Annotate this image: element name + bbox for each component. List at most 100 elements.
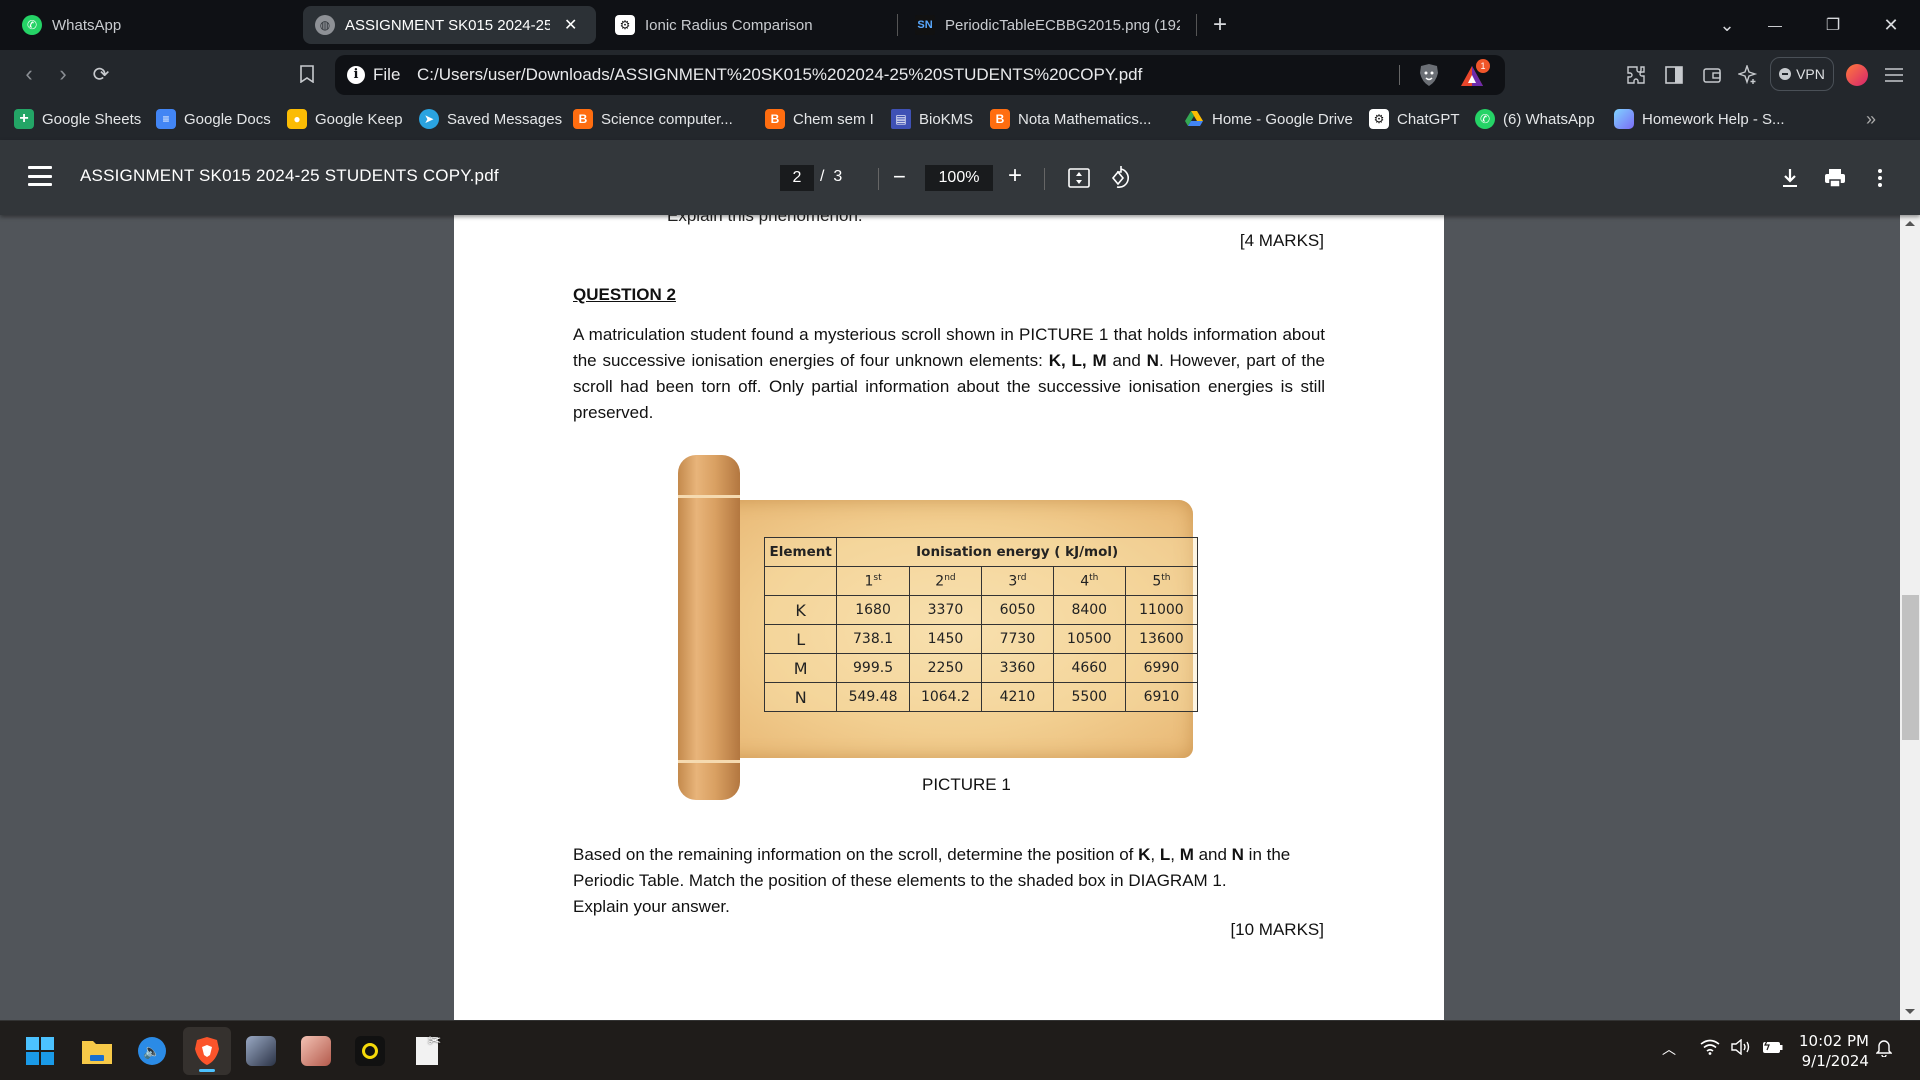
omnibox-divider: [1399, 65, 1400, 85]
new-tab-button[interactable]: +: [1205, 10, 1235, 40]
bookmark-label: Home - Google Drive: [1212, 110, 1353, 128]
question-heading: QUESTION 2: [573, 285, 676, 304]
brave-shields-icon[interactable]: [1418, 63, 1440, 87]
zoom-out-button[interactable]: −: [893, 164, 906, 190]
taskbar-file-explorer[interactable]: [79, 1033, 115, 1069]
bookmark-saved-messages[interactable]: ➤ Saved Messages: [419, 108, 562, 130]
url-text[interactable]: C:/Users/user/Downloads/ASSIGNMENT%20SK0…: [417, 65, 1142, 85]
taskbar-game-1[interactable]: [243, 1033, 279, 1069]
main-menu-icon[interactable]: [1880, 61, 1908, 89]
bookmark-label: Saved Messages: [447, 110, 563, 128]
restore-button[interactable]: ❐: [1818, 10, 1848, 40]
taskbar-snipping-tool[interactable]: ✂: [409, 1033, 445, 1069]
zoom-level-input[interactable]: 100%: [925, 165, 993, 191]
biokms-icon: ▤: [891, 109, 911, 129]
download-icon[interactable]: [1776, 164, 1804, 192]
profile-avatar[interactable]: [1843, 61, 1871, 89]
tab-assignment-pdf[interactable]: ◍ ASSIGNMENT SK015 2024-25 ST ✕: [303, 6, 596, 44]
whatsapp-icon: ✆: [1475, 109, 1495, 129]
system-clock[interactable]: 10:02 PM 9/1/2024: [1799, 1031, 1869, 1071]
bookmark-google-sheets[interactable]: + Google Sheets: [14, 108, 141, 130]
scroll-down-arrow-icon[interactable]: [1905, 1009, 1915, 1014]
scroll-up-arrow-icon[interactable]: [1905, 221, 1915, 226]
bookmark-label: Nota Mathematics...: [1018, 110, 1152, 128]
taskbar-brave[interactable]: [183, 1027, 231, 1075]
tab-close-button[interactable]: ✕: [564, 15, 577, 35]
bookmark-label: Chem sem I: [793, 110, 874, 128]
taskbar-app-yellow[interactable]: [352, 1033, 388, 1069]
energy-cell: 7730: [981, 624, 1054, 654]
tab-list-button[interactable]: ⌄: [1712, 10, 1742, 40]
leo-ai-icon[interactable]: [1734, 61, 1762, 89]
page-number-input[interactable]: 2: [780, 165, 814, 191]
back-button[interactable]: ‹: [14, 59, 44, 89]
reload-button[interactable]: ⟳: [86, 59, 116, 89]
wallet-icon[interactable]: [1698, 61, 1726, 89]
game-character-icon: [246, 1036, 276, 1066]
notifications-bell-icon[interactable]: [1875, 1039, 1893, 1062]
bookmark-science-computer[interactable]: B Science computer...: [573, 108, 733, 130]
tab-label: ASSIGNMENT SK015 2024-25 ST: [345, 16, 550, 34]
energy-cell: 4660: [1052, 653, 1126, 683]
more-options-icon[interactable]: [1866, 164, 1894, 192]
element-cell: N: [763, 682, 838, 712]
brave-icon: [195, 1037, 219, 1065]
folder-icon: [82, 1041, 112, 1064]
tab-ionic-radius[interactable]: ⚙ Ionic Radius Comparison: [603, 6, 893, 44]
pdf-menu-icon[interactable]: [28, 166, 52, 186]
energy-cell: 1680: [836, 595, 910, 625]
zoom-in-button[interactable]: +: [1008, 162, 1022, 190]
tab-periodic-table-image[interactable]: SN PeriodicTableECBBG2015.png (1920: [903, 6, 1193, 44]
bookmarks-overflow-button[interactable]: »: [1866, 108, 1876, 130]
fit-to-page-icon[interactable]: [1065, 164, 1093, 192]
address-bar[interactable]: i File C:/Users/user/Downloads/ASSIGNMEN…: [335, 55, 1505, 95]
bookmark-page-button[interactable]: [292, 59, 322, 89]
scrollbar-thumb[interactable]: [1902, 595, 1919, 740]
ionisation-energy-table: Element Ionisation energy ( kJ/mol) 1st …: [763, 537, 1199, 712]
bookmark-biokms[interactable]: ▤ BioKMS: [891, 108, 973, 130]
bookmark-nota-mathematics[interactable]: B Nota Mathematics...: [990, 108, 1151, 130]
bookmark-google-keep[interactable]: ● Google Keep: [287, 108, 403, 130]
speaker-app-icon: 🔈: [138, 1037, 166, 1065]
volume-icon[interactable]: [1731, 1038, 1753, 1060]
bookmark-google-drive[interactable]: Home - Google Drive: [1184, 108, 1353, 130]
show-hidden-icons-chevron[interactable]: ︿: [1662, 1039, 1676, 1059]
picture-caption: PICTURE 1: [922, 775, 1011, 794]
bookmark-label: (6) WhatsApp: [1503, 110, 1595, 128]
energy-cell: 2250: [908, 653, 983, 683]
previous-question-text: Explain this phenomenon.: [667, 215, 863, 225]
google-keep-icon: ●: [287, 109, 307, 129]
taskbar-game-2[interactable]: [298, 1033, 334, 1069]
print-icon[interactable]: [1821, 164, 1849, 192]
wifi-icon[interactable]: [1700, 1039, 1720, 1060]
extensions-icon[interactable]: [1622, 61, 1650, 89]
telegram-icon: ➤: [419, 109, 439, 129]
vpn-button[interactable]: VPN: [1770, 57, 1834, 91]
close-window-button[interactable]: ✕: [1876, 10, 1906, 40]
info-icon[interactable]: i: [347, 66, 365, 84]
start-button[interactable]: [22, 1033, 58, 1069]
tab-whatsapp[interactable]: ✆ WhatsApp: [10, 6, 300, 44]
intro-elements-bold: K, L, M: [1048, 351, 1107, 370]
question-prompt: Based on the remaining information on th…: [573, 845, 1291, 916]
bookmark-whatsapp[interactable]: ✆ (6) WhatsApp: [1475, 108, 1595, 130]
total-pages: 3: [833, 168, 843, 185]
question-intro: A matriculation student found a mysterio…: [573, 322, 1325, 426]
bookmark-google-docs[interactable]: ≡ Google Docs: [156, 108, 271, 130]
table-row: M 999.5 2250 3360 4660 6990: [763, 653, 1199, 683]
taskbar-app-blue[interactable]: 🔈: [134, 1033, 170, 1069]
energy-cell: 6910: [1124, 682, 1199, 712]
bookmark-homework-help[interactable]: Homework Help - S...: [1614, 108, 1785, 130]
chatgpt-icon: ⚙: [615, 15, 635, 35]
table-row: L 738.1 1450 7730 10500 13600: [763, 624, 1199, 654]
bookmark-chem-sem-i[interactable]: B Chem sem I: [765, 108, 874, 130]
bookmark-chatgpt[interactable]: ⚙ ChatGPT: [1369, 108, 1460, 130]
sidebar-toggle-icon[interactable]: [1660, 61, 1688, 89]
battery-charging-icon[interactable]: [1762, 1038, 1784, 1060]
forward-button[interactable]: ›: [48, 59, 78, 89]
rotate-icon[interactable]: [1106, 164, 1134, 192]
brave-rewards-icon[interactable]: 1: [1460, 59, 1490, 89]
header-element: Element: [763, 537, 838, 567]
minimize-button[interactable]: —: [1760, 10, 1790, 40]
vertical-scrollbar[interactable]: [1900, 215, 1920, 1020]
